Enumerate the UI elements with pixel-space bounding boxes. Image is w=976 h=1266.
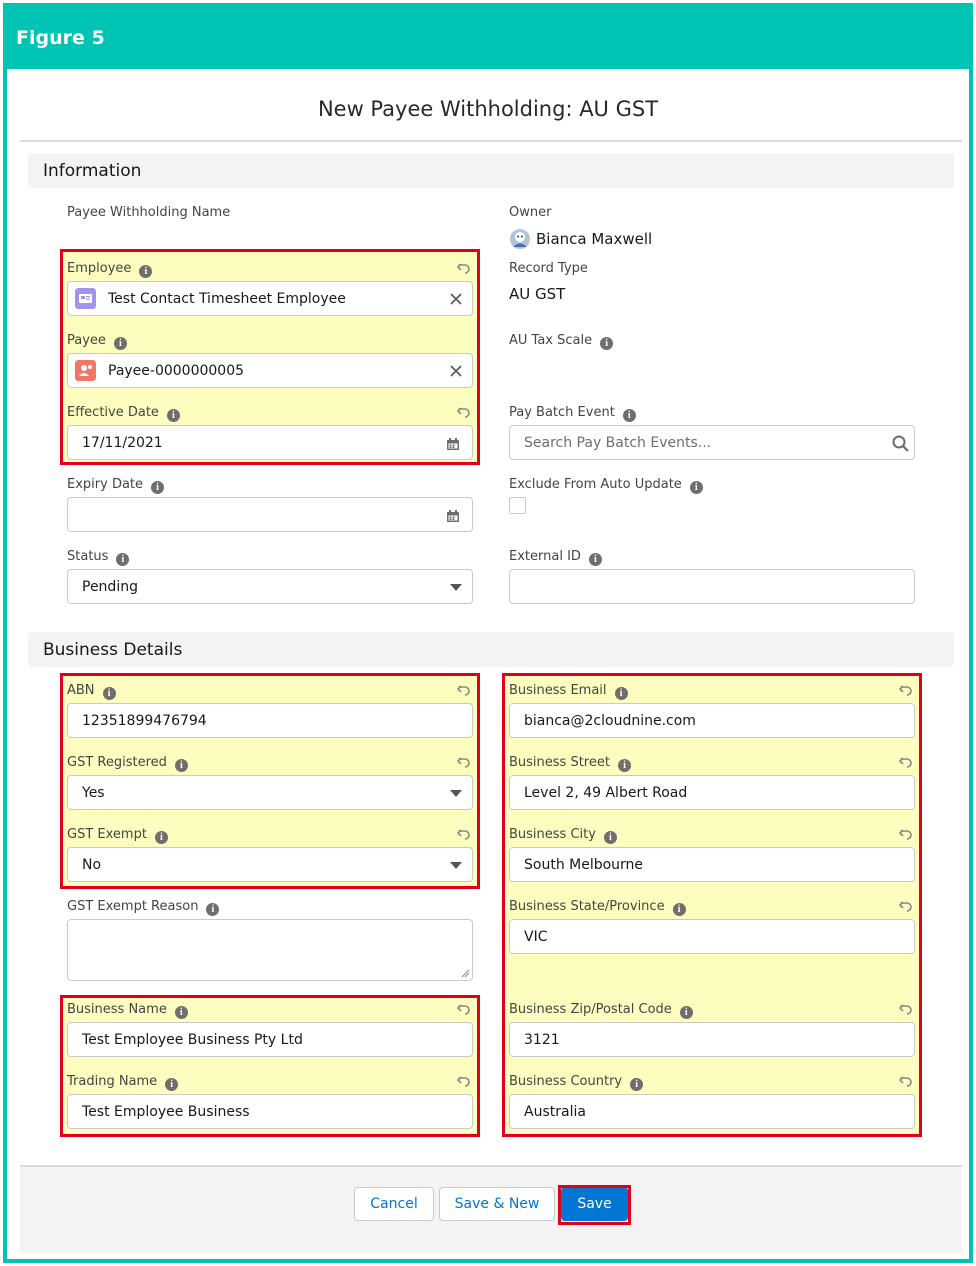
info-icon[interactable]: i xyxy=(689,481,703,494)
annotation-box-employee xyxy=(60,249,480,465)
exclude-auto-update-label: Exclude From Auto Update i xyxy=(509,477,703,494)
expiry-date-input[interactable] xyxy=(67,497,473,532)
status-select[interactable]: Pending xyxy=(67,569,473,604)
calendar-icon[interactable] xyxy=(446,509,460,523)
status-value: Pending xyxy=(82,579,138,595)
cancel-button[interactable]: Cancel xyxy=(354,1187,434,1221)
modal-footer: Cancel Save & New Save xyxy=(20,1165,962,1253)
save-new-button[interactable]: Save & New xyxy=(439,1187,555,1221)
au-tax-scale-label: AU Tax Scale i xyxy=(509,333,614,350)
resize-handle-icon[interactable] xyxy=(461,969,470,978)
annotation-box-business-address xyxy=(502,673,922,1137)
title-divider xyxy=(20,140,962,142)
annotation-box-business-name xyxy=(60,995,480,1137)
section-business-details[interactable]: Business Details xyxy=(28,632,954,667)
external-id-label: External ID i xyxy=(509,549,602,566)
pay-batch-event-search[interactable]: Search Pay Batch Events... xyxy=(509,425,915,460)
section-information-label: Information xyxy=(43,161,142,181)
info-icon[interactable]: i xyxy=(116,553,130,566)
status-label: Status i xyxy=(67,549,130,566)
pay-batch-event-placeholder: Search Pay Batch Events... xyxy=(524,435,712,451)
payee-withholding-name-label: Payee Withholding Name xyxy=(67,205,231,220)
search-icon[interactable] xyxy=(892,435,909,452)
annotation-box-save xyxy=(558,1185,631,1225)
section-information[interactable]: Information xyxy=(28,153,954,188)
figure-banner: Figure 5 xyxy=(7,7,969,69)
info-icon[interactable]: i xyxy=(600,337,614,350)
gst-exempt-reason-textarea[interactable] xyxy=(67,919,473,981)
info-icon[interactable]: i xyxy=(588,553,602,566)
section-business-details-label: Business Details xyxy=(43,640,183,660)
annotation-box-gst xyxy=(60,673,480,889)
caret-down-icon xyxy=(450,584,462,591)
record-type-label: Record Type xyxy=(509,261,588,276)
figure-label: Figure 5 xyxy=(16,27,105,49)
external-id-input[interactable] xyxy=(509,569,915,604)
owner-value[interactable]: Bianca Maxwell xyxy=(536,230,652,248)
pay-batch-event-label: Pay Batch Event i xyxy=(509,405,636,422)
info-icon[interactable]: i xyxy=(206,903,220,916)
owner-label: Owner xyxy=(509,205,552,220)
info-icon[interactable]: i xyxy=(622,409,636,422)
gst-exempt-reason-label: GST Exempt Reason i xyxy=(67,899,220,916)
info-icon[interactable]: i xyxy=(151,481,165,494)
owner-avatar xyxy=(510,229,530,249)
expiry-date-label: Expiry Date i xyxy=(67,477,165,494)
record-type-value: AU GST xyxy=(509,285,566,303)
exclude-auto-update-checkbox[interactable] xyxy=(509,497,526,514)
modal-title: New Payee Withholding: AU GST xyxy=(317,97,659,121)
